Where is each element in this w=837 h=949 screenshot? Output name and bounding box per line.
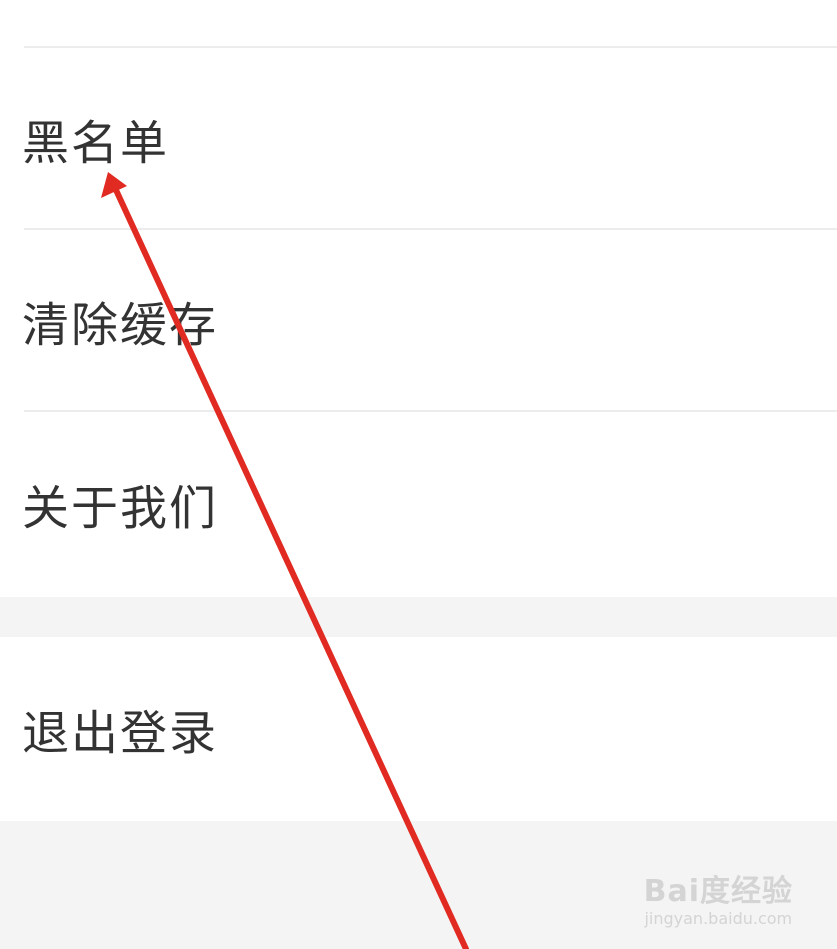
menu-item-label: 黑名单 [22, 116, 169, 172]
baidu-jingyan-watermark: Bai度经验 jingyan.baidu.com [644, 875, 793, 929]
settings-screen: 黑名单 清除缓存 关于我们 退出登录 Bai度经验 jingyan.baidu.… [0, 0, 837, 949]
section-gap [0, 597, 837, 637]
menu-item-clear-cache[interactable]: 清除缓存 [0, 230, 837, 412]
bottom-background: Bai度经验 jingyan.baidu.com [0, 821, 837, 949]
logout-button[interactable]: 退出登录 [0, 637, 837, 821]
menu-item-blacklist[interactable]: 黑名单 [0, 48, 837, 230]
logout-label: 退出登录 [22, 706, 218, 762]
menu-item-label: 清除缓存 [22, 298, 218, 354]
watermark-url: jingyan.baidu.com [644, 909, 793, 928]
divider [24, 410, 837, 412]
watermark-logo: Bai度经验 [643, 874, 793, 909]
menu-item-about-us[interactable]: 关于我们 [0, 413, 837, 595]
menu-item-label: 关于我们 [22, 481, 218, 537]
